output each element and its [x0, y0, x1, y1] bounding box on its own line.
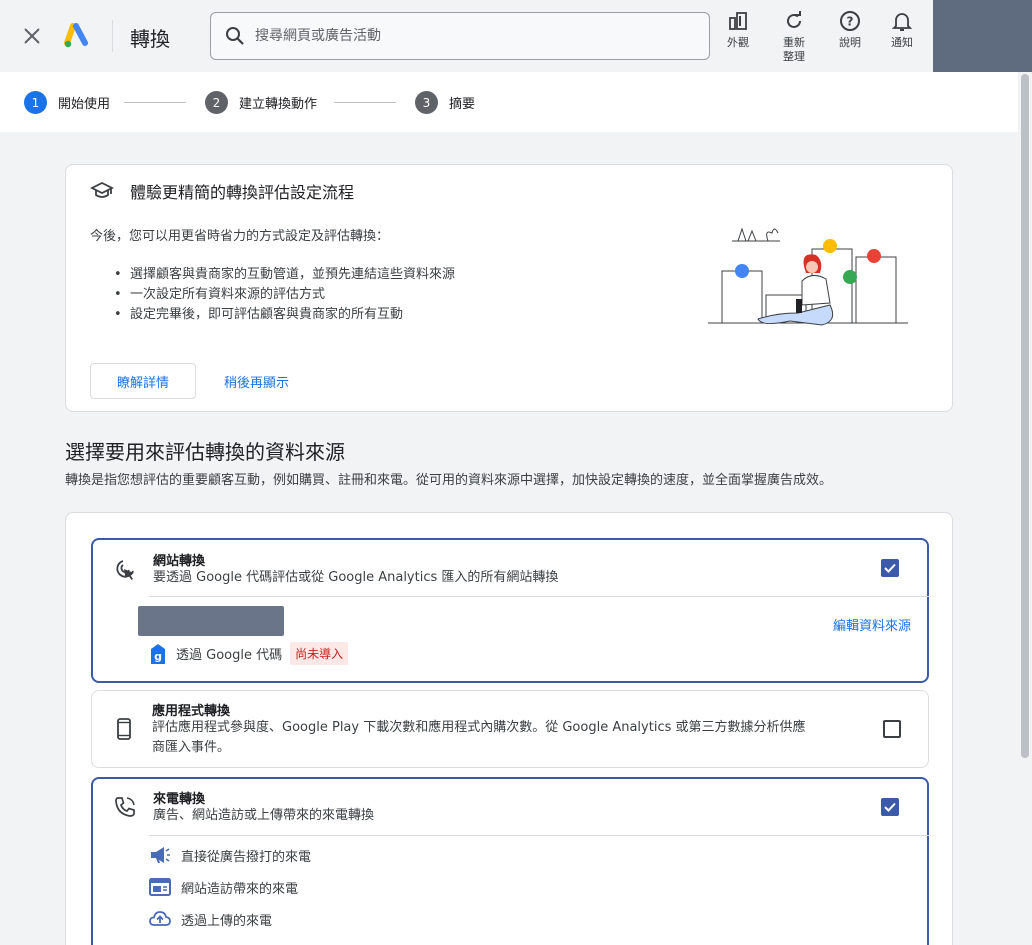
- call-conversions-checkbox[interactable]: [881, 798, 899, 816]
- call-conversions-card[interactable]: 來電轉換 廣告、網站造訪或上傳帶來的來電轉換 直接從廣告撥打的來電 網站造訪帶來…: [91, 777, 929, 945]
- google-tag-icon: g: [151, 643, 165, 664]
- checkmark-icon: [884, 563, 896, 573]
- refresh-label: 重新 整理: [783, 36, 805, 63]
- step-get-started[interactable]: 1 開始使用: [24, 91, 110, 114]
- google-tag-row: g 透過 Google 代碼 尚未導入: [150, 642, 349, 665]
- scrollbar-thumb[interactable]: [1021, 74, 1029, 758]
- close-icon: [24, 28, 40, 44]
- website-conversions-checkbox[interactable]: [881, 559, 899, 577]
- notifications-button[interactable]: 通知: [878, 10, 926, 50]
- appearance-button[interactable]: 外觀: [714, 10, 762, 50]
- desc-line: 評估應用程式參與度、Google Play 下載次數和應用程式內購次數。從 Go…: [152, 720, 806, 735]
- app-conversions-title: 應用程式轉換: [152, 704, 231, 719]
- step-number: 1: [24, 91, 47, 114]
- illustration-image: [708, 227, 908, 326]
- header-divider: [112, 20, 113, 52]
- help-icon: ?: [840, 11, 860, 31]
- learn-more-button[interactable]: 瞭解詳情: [90, 363, 196, 399]
- section-description: 轉換是指您想評估的重要顧客互動，例如購買、註冊和來電。從可用的資料來源中選擇，加…: [65, 473, 833, 488]
- google-ads-logo-icon: [64, 23, 88, 48]
- smartphone-icon: [117, 718, 131, 740]
- svg-text:?: ?: [847, 15, 854, 29]
- desc-line: 商匯入事件。: [152, 740, 231, 755]
- notifications-label: 通知: [891, 36, 913, 49]
- close-button[interactable]: [18, 22, 46, 50]
- step-create-action[interactable]: 2 建立轉換動作: [205, 91, 317, 114]
- page-title: 轉換: [130, 27, 170, 51]
- search-input[interactable]: [255, 28, 685, 44]
- app-conversions-desc: 評估應用程式參與度、Google Play 下載次數和應用程式內購次數。從 Go…: [152, 718, 806, 758]
- step-number: 2: [205, 91, 228, 114]
- cursor-click-icon: [116, 560, 134, 580]
- refresh-icon: [787, 11, 801, 28]
- call-conversions-title: 來電轉換: [153, 792, 206, 807]
- promo-bullets: 選擇顧客與貴商家的互動管道，並預先連結這些資料來源 一次設定所有資料來源的評估方…: [114, 265, 455, 325]
- card-divider: [149, 835, 929, 836]
- appearance-label: 外觀: [727, 36, 749, 49]
- search-box[interactable]: [210, 12, 710, 60]
- app-conversions-card[interactable]: 應用程式轉換 評估應用程式參與度、Google Play 下載次數和應用程式內購…: [91, 690, 929, 768]
- step-connector: [124, 102, 186, 103]
- status-badge: 尚未導入: [290, 642, 349, 665]
- megaphone-icon: [151, 847, 170, 863]
- step-label: 開始使用: [58, 97, 111, 112]
- appearance-icon: [729, 12, 747, 30]
- website-conversions-title: 網站轉換: [153, 554, 206, 569]
- phone-icon: [115, 797, 135, 817]
- promo-intro: 今後，您可以用更省時省力的方式設定及評估轉換：: [90, 229, 390, 244]
- promo-bullet: 設定完畢後，即可評估顧客與貴商家的所有互動: [114, 305, 455, 325]
- refresh-button[interactable]: 重新 整理: [770, 10, 818, 64]
- sub-label: 網站造訪帶來的來電: [181, 881, 299, 897]
- card-divider: [149, 596, 929, 597]
- section-title: 選擇要用來評估轉換的資料來源: [65, 440, 345, 464]
- calls-from-upload-row: 透過上傳的來電: [149, 908, 272, 930]
- promo-bullet: 一次設定所有資料來源的評估方式: [114, 285, 455, 305]
- svg-text:g: g: [154, 650, 162, 663]
- website-conversions-desc: 要透過 Google 代碼評估或從 Google Analytics 匯入的所有…: [153, 570, 559, 585]
- calls-from-website-row: 網站造訪帶來的來電: [149, 876, 298, 898]
- step-summary[interactable]: 3 摘要: [415, 91, 475, 114]
- sub-label: 透過上傳的來電: [181, 913, 273, 929]
- search-icon: [226, 27, 244, 45]
- app-conversions-checkbox[interactable]: [883, 720, 901, 738]
- redacted-source-name: [138, 606, 284, 636]
- website-conversions-card[interactable]: 網站轉換 要透過 Google 代碼評估或從 Google Analytics …: [91, 538, 929, 683]
- account-avatar[interactable]: [933, 0, 1032, 72]
- top-bar: 轉換 外觀 重新 整理 ? 說明 通知: [0, 0, 1032, 72]
- website-icon: [149, 878, 171, 896]
- stepper: 1 開始使用 2 建立轉換動作 3 摘要: [0, 72, 1018, 132]
- data-sources-panel: 網站轉換 要透過 Google 代碼評估或從 Google Analytics …: [65, 512, 953, 945]
- calls-from-ads-row: 直接從廣告撥打的來電: [149, 844, 311, 866]
- remind-later-button[interactable]: 稍後再顯示: [212, 363, 301, 399]
- cloud-upload-icon: [149, 911, 171, 926]
- sub-label: 直接從廣告撥打的來電: [181, 849, 312, 865]
- help-label: 說明: [839, 36, 861, 49]
- step-connector: [334, 102, 396, 103]
- checkmark-icon: [884, 802, 896, 812]
- step-number: 3: [415, 91, 438, 114]
- bell-icon: [891, 13, 913, 31]
- promo-card: 體驗更精簡的轉換評估設定流程 今後，您可以用更省時省力的方式設定及評估轉換： 選…: [65, 164, 953, 412]
- promo-title: 體驗更精簡的轉換評估設定流程: [130, 183, 355, 202]
- graduation-cap-icon: [90, 181, 114, 198]
- promo-bullet: 選擇顧客與貴商家的互動管道，並預先連結這些資料來源: [114, 265, 455, 285]
- step-label: 摘要: [449, 97, 476, 112]
- help-button[interactable]: ? 說明: [826, 10, 874, 50]
- step-label: 建立轉換動作: [239, 97, 318, 112]
- call-conversions-desc: 廣告、網站造訪或上傳帶來的來電轉換: [153, 808, 375, 823]
- google-tag-label: 透過 Google 代碼: [176, 648, 283, 663]
- edit-data-source-link[interactable]: 編輯資料來源: [833, 615, 911, 634]
